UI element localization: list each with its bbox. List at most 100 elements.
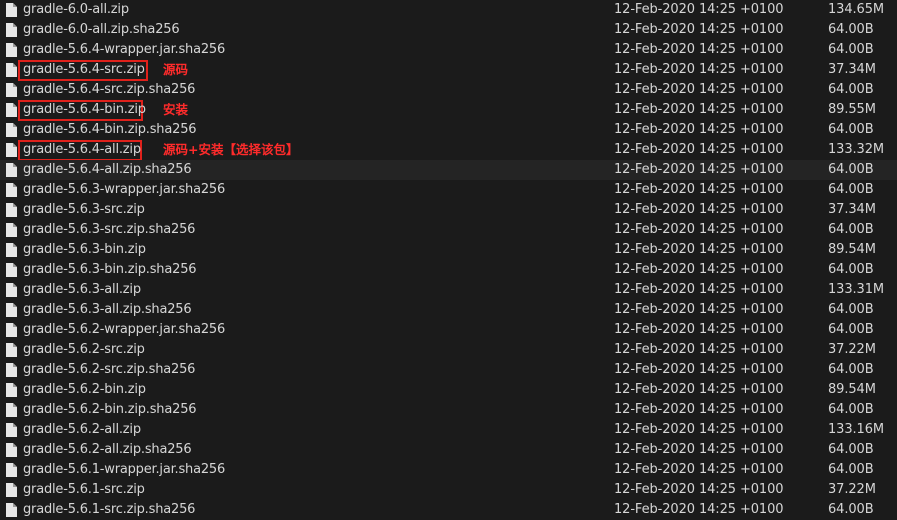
file-row: gradle-5.6.4-src.zip.sha256 12-Feb-2020 … xyxy=(0,80,897,100)
file-date: 12-Feb-2020 14:25 +0100 xyxy=(614,82,784,97)
file-link[interactable]: gradle-5.6.1-wrapper.jar.sha256 xyxy=(23,460,225,480)
file-link[interactable]: gradle-6.0-all.zip xyxy=(23,0,129,20)
file-date: 12-Feb-2020 14:25 +0100 xyxy=(614,482,784,497)
file-link[interactable]: gradle-5.6.4-all.zip.sha256 xyxy=(23,160,192,180)
file-size: 133.16M xyxy=(828,422,885,437)
file-link[interactable]: gradle-5.6.2-all.zip xyxy=(23,420,141,440)
file-icon xyxy=(6,403,17,417)
file-link[interactable]: gradle-5.6.4-src.zip.sha256 xyxy=(23,80,195,100)
file-size: 64.00B xyxy=(828,362,874,377)
file-row: gradle-6.0-all.zip 12-Feb-2020 14:25 +01… xyxy=(0,0,897,20)
file-icon xyxy=(6,383,17,397)
file-size: 64.00B xyxy=(828,442,874,457)
file-link[interactable]: gradle-5.6.3-src.zip.sha256 xyxy=(23,220,195,240)
file-row: gradle-5.6.3-all.zip 12-Feb-2020 14:25 +… xyxy=(0,280,897,300)
file-link[interactable]: gradle-5.6.2-src.zip.sha256 xyxy=(23,360,195,380)
file-date: 12-Feb-2020 14:25 +0100 xyxy=(614,502,784,517)
file-date: 12-Feb-2020 14:25 +0100 xyxy=(614,42,784,57)
file-link[interactable]: gradle-5.6.1-src.zip.sha256 xyxy=(23,500,195,520)
file-row: gradle-5.6.4-src.zip 源码 12-Feb-2020 14:2… xyxy=(0,60,897,81)
file-link[interactable]: gradle-5.6.2-bin.zip.sha256 xyxy=(23,400,197,420)
file-row: gradle-5.6.2-bin.zip 12-Feb-2020 14:25 +… xyxy=(0,380,897,400)
file-size: 133.31M xyxy=(828,282,885,297)
file-size: 64.00B xyxy=(828,122,874,137)
file-date: 12-Feb-2020 14:25 +0100 xyxy=(614,282,784,297)
file-date: 12-Feb-2020 14:25 +0100 xyxy=(614,222,784,237)
file-size: 64.00B xyxy=(828,462,874,477)
file-row: gradle-5.6.3-bin.zip 12-Feb-2020 14:25 +… xyxy=(0,240,897,260)
file-link[interactable]: gradle-5.6.3-wrapper.jar.sha256 xyxy=(23,180,225,200)
file-icon xyxy=(6,23,17,37)
file-date: 12-Feb-2020 14:25 +0100 xyxy=(614,382,784,397)
file-size: 64.00B xyxy=(828,22,874,37)
file-link[interactable]: gradle-5.6.2-wrapper.jar.sha256 xyxy=(23,320,225,340)
file-link[interactable]: gradle-5.6.4-bin.zip.sha256 xyxy=(23,120,197,140)
file-row: gradle-5.6.3-wrapper.jar.sha256 12-Feb-2… xyxy=(0,180,897,200)
file-size: 64.00B xyxy=(828,322,874,337)
file-date: 12-Feb-2020 14:25 +0100 xyxy=(614,302,784,317)
file-row: gradle-6.0-all.zip.sha256 12-Feb-2020 14… xyxy=(0,20,897,40)
file-link[interactable]: gradle-5.6.4-src.zip xyxy=(23,60,145,80)
file-link[interactable]: gradle-5.6.4-bin.zip xyxy=(23,100,146,120)
file-size: 64.00B xyxy=(828,162,874,177)
annotation-bin: 安装 xyxy=(163,102,189,117)
file-row: gradle-5.6.4-bin.zip.sha256 12-Feb-2020 … xyxy=(0,120,897,140)
file-link[interactable]: gradle-5.6.3-all.zip xyxy=(23,280,141,300)
file-size: 133.32M xyxy=(828,142,885,157)
file-date: 12-Feb-2020 14:25 +0100 xyxy=(614,122,784,137)
file-icon xyxy=(6,463,17,477)
file-icon xyxy=(6,183,17,197)
file-row: gradle-5.6.3-src.zip 12-Feb-2020 14:25 +… xyxy=(0,200,897,220)
file-row: gradle-5.6.3-all.zip.sha256 12-Feb-2020 … xyxy=(0,300,897,320)
file-size: 89.55M xyxy=(828,102,876,117)
file-icon xyxy=(6,143,17,157)
file-date: 12-Feb-2020 14:25 +0100 xyxy=(614,442,784,457)
file-row-hovered: gradle-5.6.4-all.zip.sha256 12-Feb-2020 … xyxy=(0,160,897,180)
file-link[interactable]: gradle-5.6.2-src.zip xyxy=(23,340,145,360)
file-icon xyxy=(6,163,17,177)
annotation-src: 源码 xyxy=(163,62,189,77)
file-icon xyxy=(6,203,17,217)
file-size: 64.00B xyxy=(828,402,874,417)
file-icon xyxy=(6,3,17,17)
file-row: gradle-5.6.1-wrapper.jar.sha256 12-Feb-2… xyxy=(0,460,897,480)
file-link[interactable]: gradle-5.6.3-bin.zip.sha256 xyxy=(23,260,197,280)
file-link[interactable]: gradle-5.6.3-src.zip xyxy=(23,200,145,220)
file-size: 64.00B xyxy=(828,82,874,97)
file-size: 64.00B xyxy=(828,42,874,57)
file-row: gradle-5.6.2-src.zip.sha256 12-Feb-2020 … xyxy=(0,360,897,380)
file-row: gradle-5.6.1-src.zip.sha256 12-Feb-2020 … xyxy=(0,500,897,520)
file-date: 12-Feb-2020 14:25 +0100 xyxy=(614,162,784,177)
file-link[interactable]: gradle-5.6.3-all.zip.sha256 xyxy=(23,300,192,320)
file-size: 37.22M xyxy=(828,482,876,497)
file-link[interactable]: gradle-5.6.4-all.zip xyxy=(23,140,141,160)
file-size: 64.00B xyxy=(828,182,874,197)
file-icon xyxy=(6,283,17,297)
file-icon xyxy=(6,43,17,57)
file-icon xyxy=(6,443,17,457)
file-size: 37.34M xyxy=(828,202,876,217)
file-link[interactable]: gradle-5.6.2-bin.zip xyxy=(23,380,146,400)
file-row: gradle-5.6.2-all.zip 12-Feb-2020 14:25 +… xyxy=(0,420,897,440)
file-icon xyxy=(6,103,17,117)
file-date: 12-Feb-2020 14:25 +0100 xyxy=(614,62,784,77)
file-date: 12-Feb-2020 14:25 +0100 xyxy=(614,422,784,437)
file-row: gradle-5.6.3-src.zip.sha256 12-Feb-2020 … xyxy=(0,220,897,240)
file-icon xyxy=(6,503,17,517)
file-link[interactable]: gradle-5.6.3-bin.zip xyxy=(23,240,146,260)
file-size: 89.54M xyxy=(828,242,876,257)
file-icon xyxy=(6,243,17,257)
file-row: gradle-5.6.4-bin.zip 安装 12-Feb-2020 14:2… xyxy=(0,100,897,121)
file-link[interactable]: gradle-5.6.2-all.zip.sha256 xyxy=(23,440,192,460)
file-link[interactable]: gradle-5.6.1-src.zip xyxy=(23,480,145,500)
file-date: 12-Feb-2020 14:25 +0100 xyxy=(614,202,784,217)
file-date: 12-Feb-2020 14:25 +0100 xyxy=(614,242,784,257)
file-date: 12-Feb-2020 14:25 +0100 xyxy=(614,462,784,477)
file-size: 89.54M xyxy=(828,382,876,397)
file-link[interactable]: gradle-6.0-all.zip.sha256 xyxy=(23,20,180,40)
file-link[interactable]: gradle-5.6.4-wrapper.jar.sha256 xyxy=(23,40,225,60)
file-size: 64.00B xyxy=(828,502,874,517)
file-size: 37.34M xyxy=(828,62,876,77)
file-icon xyxy=(6,483,17,497)
file-size: 64.00B xyxy=(828,222,874,237)
